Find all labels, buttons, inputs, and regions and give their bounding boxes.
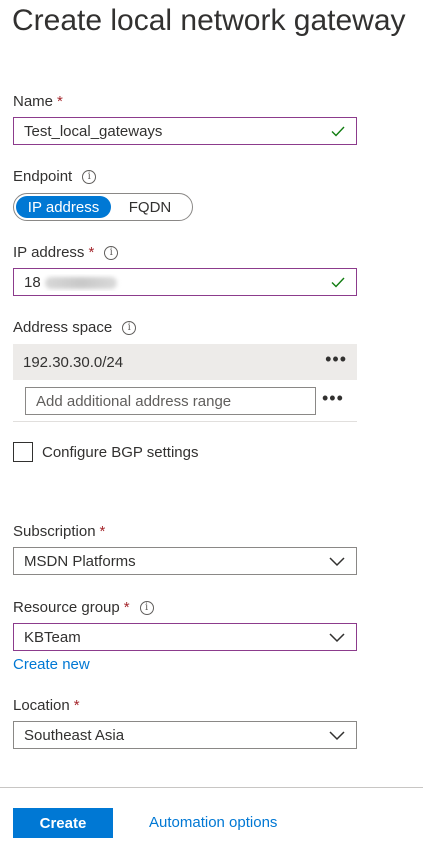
subscription-label: Subscription * [13, 523, 106, 540]
automation-options-link[interactable]: Automation options [149, 814, 277, 831]
address-space-value: 192.30.30.0/24 [23, 353, 124, 371]
checkmark-icon [331, 126, 345, 137]
address-space-row[interactable]: 192.30.30.0/24 ••• [13, 344, 357, 380]
bgp-checkbox[interactable] [13, 442, 33, 462]
name-input[interactable]: Test_local_gateways [13, 117, 357, 145]
checkmark-icon [331, 277, 345, 288]
subscription-dropdown[interactable]: MSDN Platforms [13, 547, 357, 575]
endpoint-option-ip-address[interactable]: IP address [16, 196, 111, 218]
chevron-down-icon [329, 557, 345, 567]
location-dropdown[interactable]: Southeast Asia [13, 721, 357, 749]
required-mark: * [88, 244, 95, 261]
page-title: Create local network gateway [12, 4, 406, 37]
endpoint-toggle[interactable]: IP address FQDN [13, 193, 193, 221]
endpoint-label: Endpoint i [13, 168, 97, 185]
required-mark: * [73, 697, 80, 714]
ip-address-value: 18 [24, 273, 41, 291]
info-icon[interactable]: i [104, 245, 119, 260]
ellipsis-icon[interactable]: ••• [325, 350, 347, 370]
required-mark: * [123, 599, 130, 616]
footer-divider [0, 787, 423, 788]
required-mark: * [99, 523, 106, 540]
address-space-label: Address space i [13, 319, 137, 336]
divider [13, 421, 357, 422]
resource-group-dropdown[interactable]: KBTeam [13, 623, 357, 651]
location-label: Location * [13, 697, 80, 714]
required-mark: * [57, 93, 63, 110]
create-button[interactable]: Create [13, 808, 113, 838]
redacted-blur [44, 276, 117, 289]
info-icon[interactable]: i [122, 320, 137, 335]
create-new-link[interactable]: Create new [13, 656, 90, 673]
bgp-label: Configure BGP settings [42, 444, 199, 461]
ip-address-input[interactable]: 18 [13, 268, 357, 296]
add-address-range-input[interactable] [25, 387, 316, 415]
info-icon[interactable]: i [139, 600, 154, 615]
ip-address-label: IP address * i [13, 244, 119, 261]
chevron-down-icon [329, 633, 345, 643]
name-label: Name * [13, 93, 63, 110]
info-icon[interactable]: i [82, 169, 97, 184]
chevron-down-icon [329, 731, 345, 741]
ellipsis-icon[interactable]: ••• [322, 389, 344, 409]
resource-group-label: Resource group * i [13, 599, 154, 616]
endpoint-option-fqdn[interactable]: FQDN [111, 196, 189, 218]
